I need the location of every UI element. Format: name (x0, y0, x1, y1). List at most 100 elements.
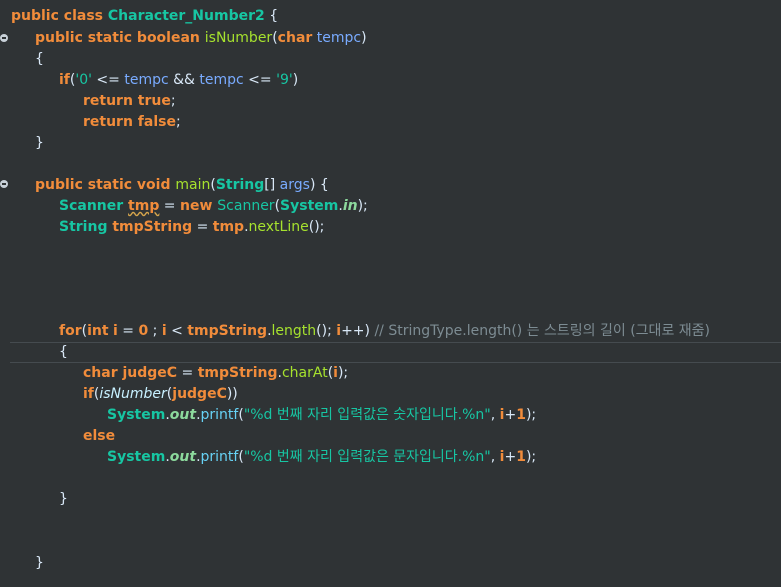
number-literal: 0 (138, 323, 149, 339)
code-text: ; (175, 114, 181, 130)
code-text: , (490, 407, 500, 423)
keyword: return true (83, 93, 171, 109)
code-line-1[interactable]: public class Character_Number2 { (11, 6, 278, 27)
code-editor[interactable]: public class Character_Number2 { public … (0, 0, 781, 587)
code-line-17[interactable]: System.out.printf("%d 번째 자리 입력값은 문자입니다.%… (107, 447, 536, 468)
keyword: else (83, 428, 116, 444)
char-literal: '0' (75, 72, 92, 88)
brace: } (59, 491, 68, 507)
operator: < (166, 323, 188, 339)
operator: && (168, 72, 200, 88)
keyword: new (180, 198, 218, 214)
code-line-9[interactable]: Scanner tmp = new Scanner(System.in); (59, 196, 368, 217)
code-line-18[interactable]: } (59, 489, 68, 510)
code-text: (); (308, 219, 325, 235)
code-line-4[interactable]: if('0' <= tempc && tempc <= '9') (59, 70, 298, 91)
code-line-7[interactable]: } (35, 133, 44, 154)
operator: <= (243, 72, 277, 88)
keyword: return false (83, 114, 176, 130)
code-text: [] (264, 177, 280, 193)
code-text: { (264, 8, 279, 24)
code-line-19[interactable]: } (35, 553, 44, 574)
number-literal: 1 (516, 407, 526, 423)
parameter: args (279, 177, 310, 193)
brace: } (35, 555, 44, 571)
keyword: if (83, 386, 94, 402)
local-variable: judgeC (172, 386, 227, 402)
keyword: public static void (35, 177, 176, 193)
code-text: )) (226, 386, 238, 402)
method-name: main (175, 177, 211, 193)
brace: { (59, 344, 68, 360)
method-call: printf (200, 449, 239, 465)
string-literal: "%d 번째 자리 입력값은 문자입니다.%n" (243, 449, 491, 465)
code-text: ) (292, 72, 299, 88)
code-line-11[interactable]: for(int i = 0 ; i < tmpString.length(); … (59, 321, 710, 342)
code-text: ; (148, 323, 162, 339)
class-name: Scanner (217, 198, 275, 214)
operator: = (159, 198, 180, 214)
local-variable: tmp (212, 219, 245, 235)
class-name: System (107, 449, 166, 465)
brace: { (35, 51, 44, 67)
code-line-14[interactable]: if(isNumber(judgeC)) (83, 384, 238, 405)
keyword: public static boolean (35, 30, 205, 46)
keyword: for (59, 323, 82, 339)
method-call: length (271, 323, 317, 339)
method-call: charAt (281, 365, 328, 381)
local-variable: tmpString (197, 365, 278, 381)
variable: tempc (124, 72, 169, 88)
code-line-12[interactable]: { (59, 342, 68, 363)
variable: tempc (199, 72, 244, 88)
keyword: if (59, 72, 70, 88)
code-text: ++) (341, 323, 375, 339)
code-text: , (490, 449, 500, 465)
method-call: nextLine (248, 219, 309, 235)
type-keyword: char (83, 365, 123, 381)
operator: = (177, 365, 198, 381)
code-line-6[interactable]: return false; (83, 112, 181, 133)
type-name: String (59, 219, 113, 235)
code-text: ); (357, 198, 368, 214)
type-name: String (215, 177, 265, 193)
code-line-8[interactable]: public static void main(String[] args) { (35, 175, 329, 196)
char-literal: '9' (276, 72, 293, 88)
code-text: ) { (309, 177, 329, 193)
class-name: System (107, 407, 166, 423)
code-text: ); (525, 449, 537, 465)
type-name: Scanner (59, 198, 129, 214)
code-text: ; (170, 93, 176, 109)
operator: = (192, 219, 213, 235)
local-variable: tmpString (187, 323, 268, 339)
brace: } (35, 135, 44, 151)
method-name: isNumber (204, 30, 273, 46)
class-name: Character_Number2 (107, 8, 265, 24)
local-variable: tmpString (112, 219, 193, 235)
static-field: out (169, 407, 197, 423)
code-line-15[interactable]: System.out.printf("%d 번째 자리 입력값은 숫자입니다.%… (107, 405, 536, 426)
code-line-5[interactable]: return true; (83, 91, 176, 112)
number-literal: 1 (516, 449, 526, 465)
code-text: ); (337, 365, 349, 381)
fold-collapse-icon[interactable] (0, 34, 8, 42)
code-line-16[interactable]: else (83, 426, 115, 447)
code-line-10[interactable]: String tmpString = tmp.nextLine(); (59, 217, 324, 238)
class-name: System (280, 198, 339, 214)
code-text: (); (316, 323, 337, 339)
code-text: ); (525, 407, 537, 423)
current-line-highlight (10, 342, 781, 363)
fold-collapse-icon[interactable] (0, 180, 8, 188)
keyword: public class (11, 8, 108, 24)
code-line-2[interactable]: public static boolean isNumber(char temp… (35, 28, 367, 49)
code-line-3[interactable]: { (35, 49, 44, 70)
method-call: printf (200, 407, 239, 423)
parameter: tempc (316, 30, 362, 46)
type-keyword: char (277, 30, 313, 46)
static-field: in (342, 198, 358, 214)
editor-gutter (0, 0, 10, 587)
static-method-call: isNumber (99, 386, 167, 402)
code-line-13[interactable]: char judgeC = tmpString.charAt(i); (83, 363, 348, 384)
string-literal: "%d 번째 자리 입력값은 숫자입니다.%n" (243, 407, 491, 423)
unused-variable-warning[interactable]: tmp (128, 198, 159, 214)
operator: + (504, 407, 517, 423)
